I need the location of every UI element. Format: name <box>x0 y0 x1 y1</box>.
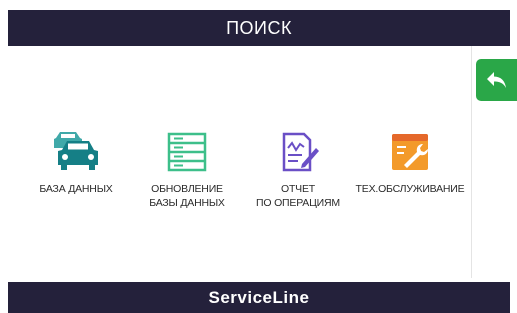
page-title: ПОИСК <box>226 17 292 38</box>
back-arrow-icon <box>486 72 506 88</box>
menu-item-report[interactable]: ОТЧЕТ ПО ОПЕРАЦИЯМ <box>243 128 353 210</box>
menu-item-maintenance[interactable]: ТЕХ.ОБСЛУЖИВАНИЕ <box>355 128 465 196</box>
report-icon <box>272 128 324 176</box>
menu-item-label: ТЕХ.ОБСЛУЖИВАНИЕ <box>355 183 465 195</box>
back-button[interactable] <box>476 59 517 101</box>
menu-item-label: ОТЧЕТ ПО ОПЕРАЦИЯМ <box>256 183 340 209</box>
cars-icon <box>50 128 102 176</box>
header-bar: ПОИСК <box>8 10 510 46</box>
database-update-icon <box>161 128 213 176</box>
maintenance-icon <box>384 128 436 176</box>
menu-item-label: БАЗА ДАННЫХ <box>39 183 113 195</box>
footer-bar: ServiceLine <box>8 282 510 313</box>
menu-item-update-database[interactable]: ОБНОВЛЕНИЕ БАЗЫ ДАННЫХ <box>132 128 242 210</box>
brand-logo-text: ServiceLine <box>208 287 310 307</box>
sidebar-divider <box>471 46 472 278</box>
menu-item-database[interactable]: БАЗА ДАННЫХ <box>21 128 131 196</box>
menu-item-label: ОБНОВЛЕНИЕ БАЗЫ ДАННЫХ <box>149 183 225 209</box>
